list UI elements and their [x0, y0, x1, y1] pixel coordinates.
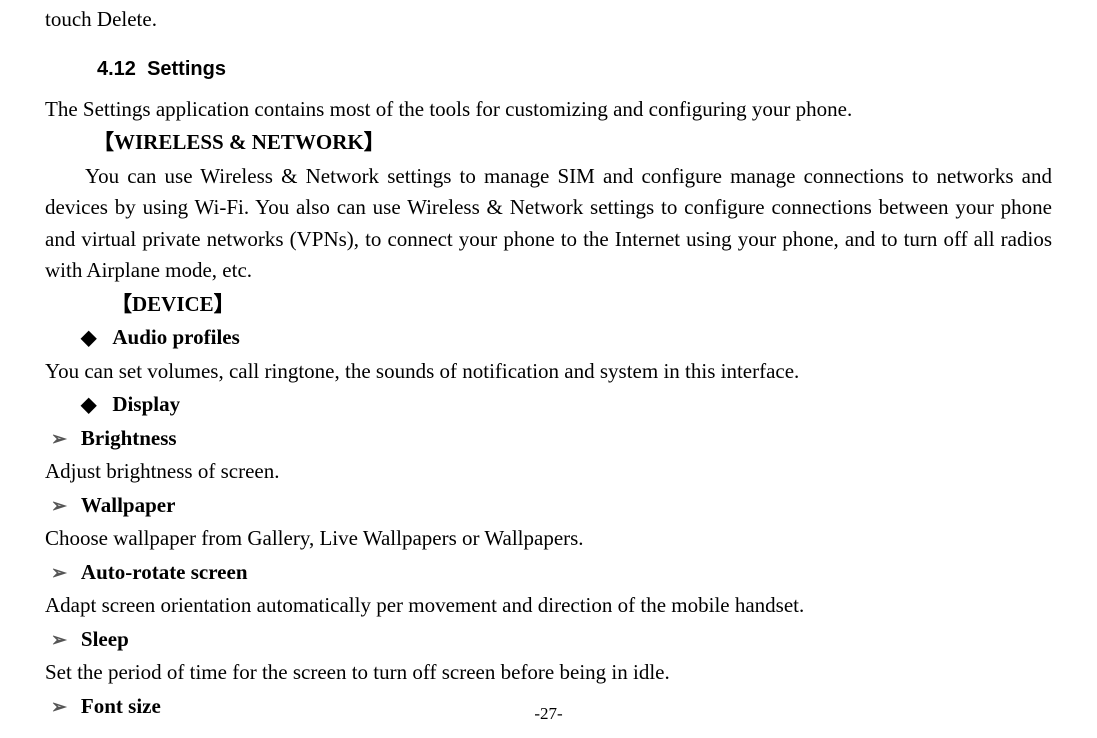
heading-number: 4.12 — [97, 58, 136, 80]
auto-rotate-desc: Adapt screen orientation automatically p… — [45, 590, 1052, 622]
wireless-network-heading: 【WIRELESS & NETWORK】 — [93, 127, 1052, 159]
display-title: Display — [112, 389, 180, 421]
sleep-item: ➢ Sleep — [51, 624, 1052, 656]
arrow-bullet-icon: ➢ — [51, 426, 67, 455]
sleep-title: Sleep — [81, 624, 129, 656]
wireless-network-paragraph: You can use Wireless & Network settings … — [45, 161, 1052, 287]
device-heading: 【DEVICE】 — [111, 289, 1052, 321]
audio-profiles-desc: You can set volumes, call ringtone, the … — [45, 356, 1052, 388]
intro-paragraph: The Settings application contains most o… — [45, 94, 1052, 126]
audio-profiles-title: Audio profiles — [112, 322, 239, 354]
auto-rotate-title: Auto-rotate screen — [81, 557, 248, 589]
brightness-title: Brightness — [81, 423, 177, 455]
page-number: -27- — [0, 704, 1097, 724]
wallpaper-item: ➢ Wallpaper — [51, 490, 1052, 522]
document-page: touch Delete. 4.12 Settings The Settings… — [0, 4, 1097, 722]
sleep-desc: Set the period of time for the screen to… — [45, 657, 1052, 689]
section-heading-4-12: 4.12 Settings — [97, 54, 1052, 84]
brightness-item: ➢ Brightness — [51, 423, 1052, 455]
diamond-bullet-icon: ◆ — [81, 390, 96, 420]
brightness-desc: Adjust brightness of screen. — [45, 456, 1052, 488]
display-item: ◆ Display — [81, 389, 1052, 421]
prev-page-fragment: touch Delete. — [45, 4, 1052, 36]
wallpaper-title: Wallpaper — [81, 490, 176, 522]
heading-title: Settings — [147, 58, 226, 80]
diamond-bullet-icon: ◆ — [81, 323, 96, 353]
arrow-bullet-icon: ➢ — [51, 560, 67, 589]
audio-profiles-item: ◆ Audio profiles — [81, 322, 1052, 354]
wallpaper-desc: Choose wallpaper from Gallery, Live Wall… — [45, 523, 1052, 555]
arrow-bullet-icon: ➢ — [51, 493, 67, 522]
arrow-bullet-icon: ➢ — [51, 627, 67, 656]
auto-rotate-item: ➢ Auto-rotate screen — [51, 557, 1052, 589]
